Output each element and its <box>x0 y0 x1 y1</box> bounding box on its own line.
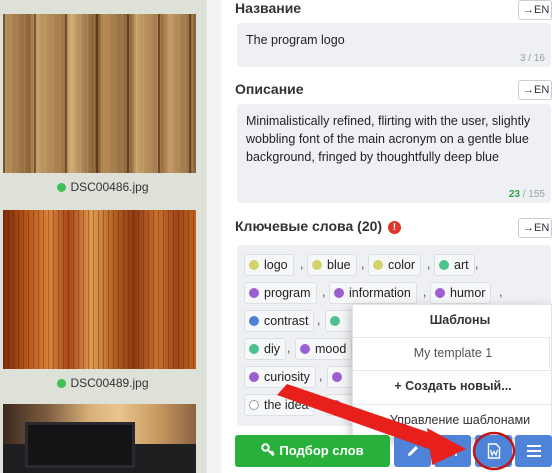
title-text: The program logo <box>246 33 345 47</box>
keywords-label: Ключевые слова (20) ! <box>235 218 401 234</box>
wood-photo <box>3 14 196 173</box>
pick-words-button[interactable]: Подбор слов <box>235 435 390 467</box>
category-dot-icon <box>249 316 259 326</box>
status-dot-icon <box>57 379 67 388</box>
keyword-chip[interactable]: mood <box>295 338 353 360</box>
template-item[interactable]: My template 1 <box>353 337 552 369</box>
description-field[interactable]: Minimalistically refined, flirting with … <box>237 104 551 203</box>
category-dot-icon <box>435 288 445 298</box>
category-dot-icon <box>330 316 340 326</box>
keyword-chip[interactable]: contrast <box>244 310 315 332</box>
popup-pointer <box>346 411 352 423</box>
thumbnail-image-2[interactable] <box>3 210 196 369</box>
keyword-chip[interactable]: curiosity <box>244 366 316 388</box>
wood-photo <box>3 210 196 369</box>
category-dot-icon <box>300 344 310 354</box>
menu-button[interactable] <box>515 435 552 467</box>
category-dot-icon <box>439 260 449 270</box>
key-icon <box>261 443 276 457</box>
keywords-translate-button[interactable]: →EN <box>518 218 552 238</box>
monitor-shape <box>25 422 135 468</box>
category-dot-icon <box>249 260 259 270</box>
panel-divider[interactable] <box>206 0 221 473</box>
description-text: Minimalistically refined, flirting with … <box>246 114 531 164</box>
word-document-icon <box>487 443 500 459</box>
keyword-chip[interactable]: color <box>368 254 422 276</box>
thumbnail-image-3[interactable] <box>3 404 196 473</box>
templates-popup: Шаблоны My template 1 + Создать новый...… <box>352 304 552 438</box>
sort-icon <box>445 444 459 458</box>
category-dot-icon <box>373 260 383 270</box>
templates-popup-title: Шаблоны <box>429 313 491 327</box>
title-counter: 3 / 16 <box>519 53 545 64</box>
create-template-button[interactable]: + Создать новый... <box>353 370 552 402</box>
keyword-chip[interactable]: the idea <box>244 394 315 416</box>
keyword-chip[interactable]: art <box>434 254 475 276</box>
title-translate-button[interactable]: →EN <box>518 0 552 20</box>
thumbnail-caption-2[interactable]: DSC00489.jpg <box>0 376 206 390</box>
category-dot-icon <box>249 288 259 298</box>
title-label: Название <box>235 0 302 16</box>
thumbnail-panel: DSC00486.jpg DSC00489.jpg <box>0 0 206 473</box>
warning-icon[interactable]: ! <box>387 221 401 234</box>
keyword-chip[interactable]: information <box>329 282 417 304</box>
category-dot-icon <box>249 400 259 410</box>
templates-button[interactable] <box>475 435 512 467</box>
category-dot-icon <box>332 372 342 382</box>
edit-button[interactable] <box>394 435 431 467</box>
description-label: Описание <box>235 81 304 97</box>
keyword-chip[interactable]: logo <box>244 254 294 276</box>
status-dot-icon <box>57 183 67 192</box>
category-dot-icon <box>334 288 344 298</box>
title-field[interactable]: The program logo 3 / 16 <box>237 23 551 67</box>
category-dot-icon <box>312 260 322 270</box>
keyword-chip[interactable]: blue <box>307 254 357 276</box>
pencil-icon <box>407 446 418 456</box>
keyword-chip[interactable]: humor <box>430 282 492 304</box>
category-dot-icon <box>249 344 259 354</box>
thumbnail-caption-1[interactable]: DSC00486.jpg <box>0 180 206 194</box>
thumbnail-image-1[interactable] <box>3 14 196 173</box>
keyword-chip[interactable]: program <box>244 282 317 304</box>
keyword-chip[interactable]: diy <box>244 338 286 360</box>
manage-templates-button[interactable]: Управление шаблонами <box>353 404 552 436</box>
category-dot-icon <box>331 400 341 410</box>
sort-button[interactable] <box>434 435 471 467</box>
category-dot-icon <box>249 372 259 382</box>
description-counter: 23 / 155 <box>508 189 545 200</box>
menu-icon <box>526 445 541 457</box>
description-translate-button[interactable]: →EN <box>518 80 552 100</box>
